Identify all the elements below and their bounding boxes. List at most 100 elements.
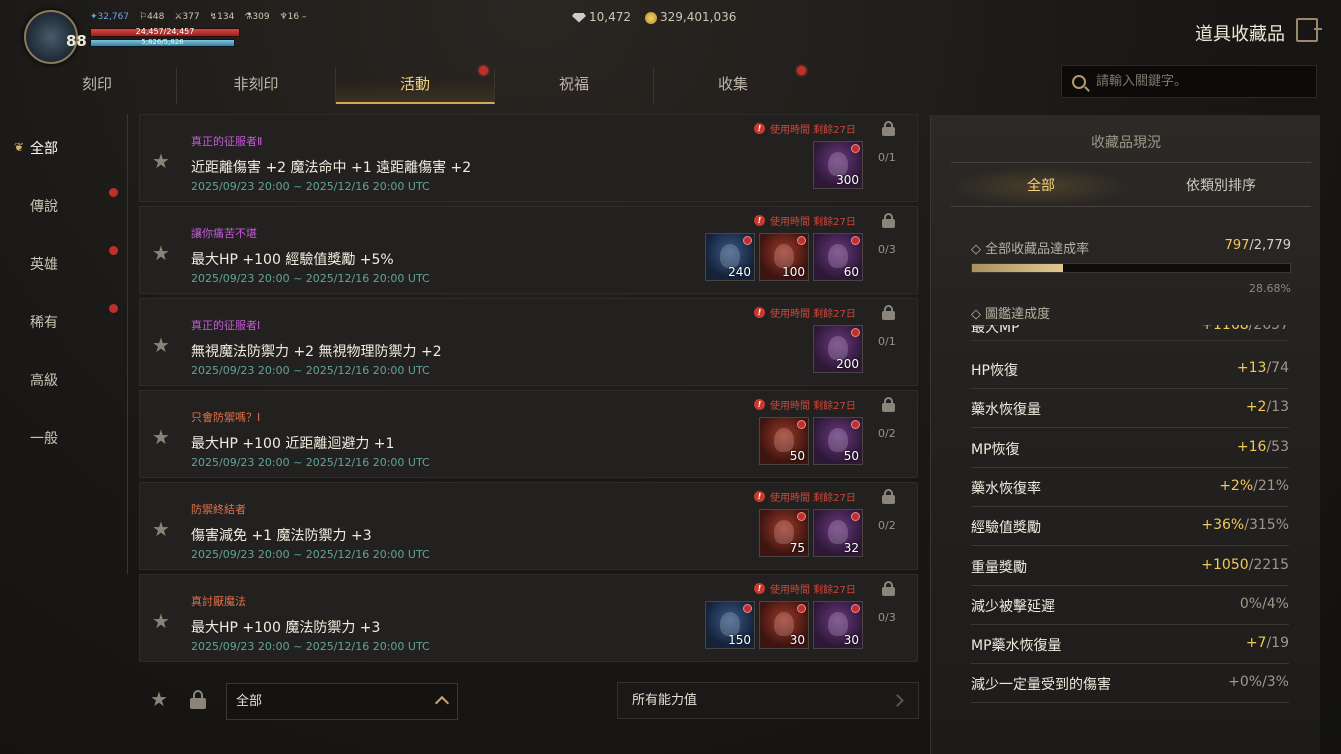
collection-name: 真正的征服者Ⅱ <box>191 135 263 148</box>
achievement-label: ◇ 全部收藏品達成率 <box>971 242 1090 257</box>
search-input[interactable] <box>1096 74 1296 89</box>
notification-dot-icon <box>797 420 806 429</box>
stat-5: ⚗309 <box>244 12 270 22</box>
collection-row[interactable]: ★ 只會防禦嗎？Ⅰ 最大HP +100 近距離迴避力 +1 2025/09/23 20… <box>139 390 918 478</box>
lock-icon[interactable] <box>882 489 895 504</box>
notification-dot-icon <box>109 246 118 255</box>
item-quantity: 75 <box>789 541 805 555</box>
collection-effect: 無視魔法防禦力 +2 無視物理防禦力 +2 <box>191 344 442 360</box>
collection-row[interactable]: ★ 真正的征服者Ⅰ 無視魔法防禦力 +2 無視物理防禦力 +2 2025/09/23 … <box>139 298 918 386</box>
stat-name: 藥水恢復率 <box>971 480 1041 497</box>
item-slot[interactable]: 50 <box>813 417 863 465</box>
item-slot[interactable]: 75 <box>759 509 809 557</box>
collection-name: 讓你痛苦不堪 <box>191 227 257 240</box>
favorite-star-icon[interactable]: ★ <box>152 517 170 541</box>
item-slot[interactable]: 60 <box>813 233 863 281</box>
alert-icon: ! <box>754 583 765 594</box>
codex-label: ◇ 圖鑑達成度 <box>971 307 1051 322</box>
notification-dot-icon <box>851 512 860 521</box>
sidebar-item-4[interactable]: 高級 <box>30 370 58 390</box>
ability-filter-select[interactable]: 所有能力值 <box>617 682 919 719</box>
item-slot[interactable]: 200 <box>813 325 863 373</box>
divider <box>951 162 1311 163</box>
collection-effect: 傷害減免 +1 魔法防禦力 +3 <box>191 528 372 544</box>
stat-value: +13/74 <box>1236 360 1289 376</box>
selected-marker-icon: ❦ <box>14 140 25 154</box>
lock-icon[interactable] <box>882 581 895 596</box>
item-slot[interactable]: 30 <box>813 601 863 649</box>
sidebar-item-label: 高級 <box>30 373 58 389</box>
sidebar-item-2[interactable]: 英雄 <box>30 246 118 274</box>
stat-row: 藥水恢復量 +2/13 <box>971 389 1289 429</box>
chevron-right-icon <box>891 694 904 707</box>
stat-row: 減少被擊延遲 0%/4% <box>971 586 1289 625</box>
grade-filter-select[interactable]: 全部 <box>226 683 458 720</box>
stat-name: 減少一定量受到的傷害 <box>971 677 1111 694</box>
lock-icon[interactable] <box>882 213 895 228</box>
sidebar-item-0[interactable]: 全部 ❦ <box>0 130 120 164</box>
search-box[interactable] <box>1061 65 1317 98</box>
stat-name: MP藥水恢復量 <box>971 638 1062 655</box>
gold-coin-icon <box>645 11 657 24</box>
item-slot[interactable]: 30 <box>759 601 809 649</box>
sidebar-item-label: 一般 <box>30 431 58 447</box>
item-slot[interactable]: 50 <box>759 417 809 465</box>
collection-row[interactable]: ★ 讓你痛苦不堪 最大HP +100 經驗值獎勵 +5% 2025/09/23 20:… <box>139 206 918 294</box>
time-remaining-warning: ! 使用時間 剩餘27日 <box>754 305 856 320</box>
stat-value: +2/13 <box>1245 399 1289 416</box>
tab-0[interactable]: 刻印 <box>18 68 177 104</box>
lock-icon[interactable] <box>882 397 895 412</box>
tab-label: 刻印 <box>81 75 112 93</box>
collection-row[interactable]: ★ 防禦終結者 傷害減免 +1 魔法防禦力 +3 2025/09/23 20:00 ~… <box>139 482 918 570</box>
diamond-currency: 10,472 <box>572 10 631 24</box>
stat-value: +0%/3% <box>1228 674 1289 691</box>
stat-value: +36%/315% <box>1201 517 1289 534</box>
notification-dot-icon <box>479 66 488 75</box>
collection-name: 真正的征服者Ⅰ <box>191 319 261 332</box>
collection-row[interactable]: ★ 真正的征服者Ⅱ 近距離傷害 +2 魔法命中 +1 遠距離傷害 +2 2025/09… <box>139 114 918 202</box>
sidebar-item-5[interactable]: 一般 <box>30 428 58 448</box>
item-quantity: 30 <box>843 633 859 647</box>
notification-dot-icon <box>743 236 752 245</box>
item-quantity: 30 <box>789 633 805 647</box>
panel-tab-by-category[interactable]: 依類別排序 <box>1131 167 1311 206</box>
alert-icon: ! <box>754 307 765 318</box>
lock-icon[interactable] <box>882 305 895 320</box>
item-slot[interactable]: 32 <box>813 509 863 557</box>
item-quantity: 200 <box>836 357 859 371</box>
favorite-star-icon[interactable]: ★ <box>152 609 170 633</box>
lock-filter-icon[interactable] <box>190 690 206 710</box>
collection-period: 2025/09/23 20:00 ~ 2025/12/16 20:00 UTC <box>191 640 430 653</box>
search-icon <box>1072 74 1086 89</box>
alert-icon: ! <box>754 215 765 226</box>
collection-row[interactable]: ★ 真討厭魔法 最大HP +100 魔法防禦力 +3 2025/09/23 20:00… <box>139 574 918 662</box>
sidebar-item-1[interactable]: 傳說 <box>30 188 118 216</box>
sidebar-item-3[interactable]: 稀有 <box>30 304 118 332</box>
tab-2[interactable]: 活動 <box>336 66 495 104</box>
tab-3[interactable]: 祝福 <box>495 68 654 104</box>
favorite-filter-star-icon[interactable]: ★ <box>150 687 168 711</box>
stat-4: ↯134 <box>209 12 235 22</box>
favorite-star-icon[interactable]: ★ <box>152 149 170 173</box>
tab-1[interactable]: 非刻印 <box>177 68 336 104</box>
stat-name: 藥水恢復量 <box>971 402 1041 419</box>
item-slot[interactable]: 100 <box>759 233 809 281</box>
favorite-star-icon[interactable]: ★ <box>152 333 170 357</box>
notification-dot-icon <box>851 604 860 613</box>
item-slot[interactable]: 300 <box>813 141 863 189</box>
collection-period: 2025/09/23 20:00 ~ 2025/12/16 20:00 UTC <box>191 364 430 377</box>
stat-row: 重量獎勵 +1050/2215 <box>971 547 1289 586</box>
panel-tab-all[interactable]: 全部 <box>951 167 1131 206</box>
item-slot[interactable]: 240 <box>705 233 755 281</box>
notification-dot-icon <box>797 604 806 613</box>
notification-dot-icon <box>109 304 118 313</box>
stat-value: +2%/21% <box>1219 477 1289 494</box>
lock-icon[interactable] <box>882 121 895 136</box>
item-slot[interactable]: 150 <box>705 601 755 649</box>
favorite-star-icon[interactable]: ★ <box>152 425 170 449</box>
favorite-star-icon[interactable]: ★ <box>152 241 170 265</box>
exit-icon[interactable] <box>1296 18 1322 42</box>
collection-count: 0/2 <box>878 519 896 532</box>
collection-count: 0/1 <box>878 335 896 348</box>
tab-4[interactable]: 收集 <box>654 66 812 104</box>
